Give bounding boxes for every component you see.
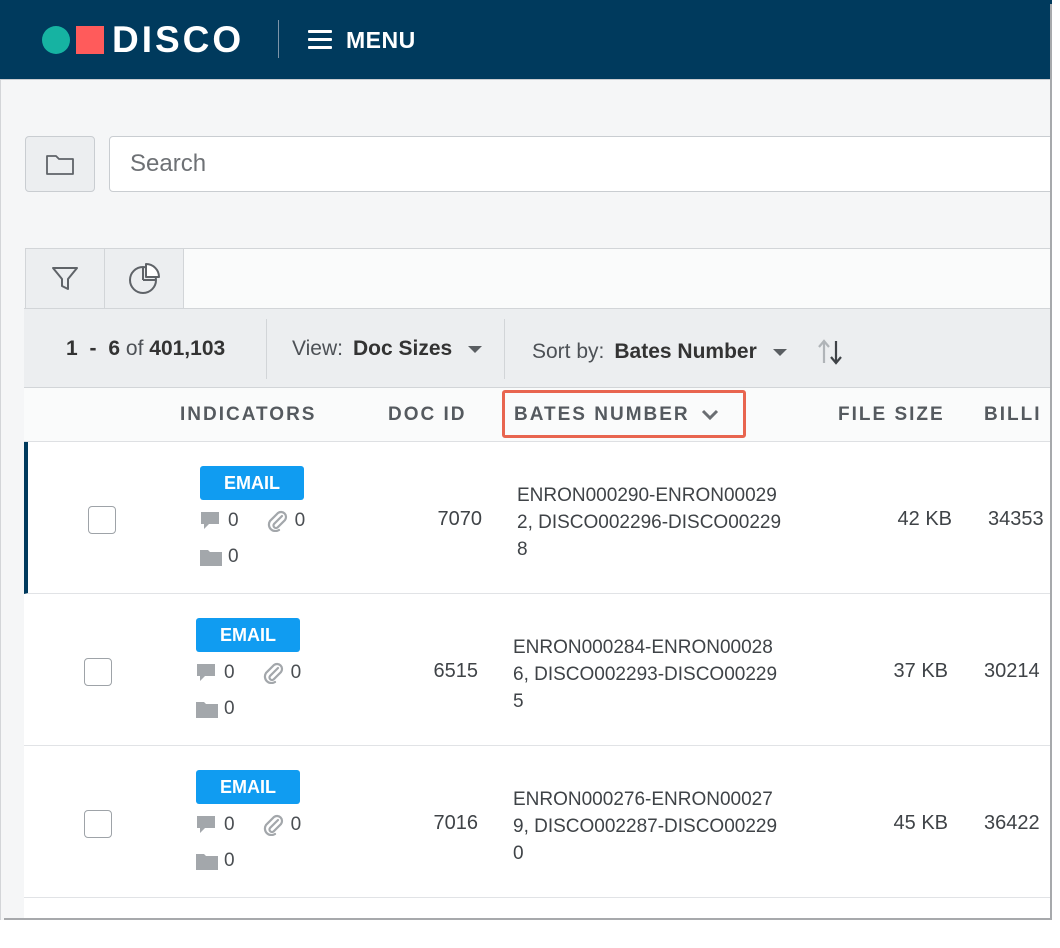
chevron-down-icon: [772, 348, 787, 356]
paperclip-icon: [263, 814, 283, 836]
notes-count: 0: [224, 814, 235, 835]
header-divider: [278, 20, 279, 58]
chevron-down-icon: [701, 409, 718, 421]
folder-indicator: 0: [196, 698, 235, 720]
row-checkbox[interactable]: [84, 810, 112, 838]
range-separator: -: [89, 337, 97, 360]
notes-icon: [197, 664, 215, 681]
logo-wordmark: DISCO: [112, 19, 245, 60]
sort-direction-icon[interactable]: [815, 337, 845, 367]
billing-cell: 30214: [984, 660, 1040, 682]
attachments-count: 0: [290, 662, 302, 683]
paperclip-icon: [267, 510, 287, 532]
notes-icon: [201, 512, 219, 529]
total-count: 401,103: [149, 337, 226, 360]
range-start: 1: [66, 337, 78, 360]
folder-button[interactable]: [25, 136, 95, 192]
tool-tabs: [25, 248, 184, 308]
indicator-counts: 0 0: [200, 510, 305, 532]
frame-edge: [0, 920, 1060, 948]
bates-number-cell: ENRON000290-ENRON000292, DISCO002296-DIS…: [517, 485, 782, 560]
menu-label: MENU: [346, 26, 416, 53]
notes-count: 0: [228, 510, 239, 531]
result-count: 1 - 6 of 401,103: [66, 337, 225, 361]
paperclip-icon: [263, 662, 283, 684]
column-indicators[interactable]: INDICATORS: [180, 404, 316, 426]
folder-indicator: 0: [200, 546, 239, 568]
table-row[interactable]: EMAIL 0 0 0 7016 ENRON000276-ENRON000279…: [24, 746, 1060, 898]
search-input[interactable]: [109, 136, 1060, 192]
tab-filter[interactable]: [25, 248, 105, 308]
indicator-counts: 0 0: [196, 662, 301, 684]
results-table: EMAIL 0 0 0 7070 ENRON000290-ENRON000292…: [24, 442, 1060, 940]
folders-count: 0: [224, 850, 235, 871]
folder-icon: [46, 155, 74, 175]
folder-icon: [196, 854, 218, 870]
toolbar-divider: [266, 319, 267, 379]
view-value: Doc Sizes: [352, 337, 453, 360]
column-file-size[interactable]: FILE SIZE: [838, 404, 945, 426]
folders-count: 0: [224, 698, 235, 719]
pie-chart-icon: [129, 262, 160, 294]
doc-type-badge: EMAIL: [200, 466, 304, 500]
attachments-count: 0: [294, 510, 306, 531]
file-size-cell: 45 KB: [893, 812, 948, 834]
sort-selector[interactable]: Sort by: Bates Number: [532, 337, 845, 367]
doc-id-cell[interactable]: 6515: [384, 660, 479, 683]
folders-count: 0: [228, 546, 239, 567]
bates-number-cell: ENRON000284-ENRON000286, DISCO002293-DIS…: [513, 637, 778, 712]
billing-cell: 34353: [988, 508, 1044, 530]
file-size-cell: 37 KB: [893, 660, 948, 682]
sort-label: Sort by:: [532, 340, 605, 363]
top-navigation-bar: DISCO MENU: [0, 0, 1052, 80]
column-billing[interactable]: BILLI: [984, 404, 1042, 426]
file-size-cell: 42 KB: [897, 508, 952, 530]
table-row[interactable]: EMAIL 0 0 0 6515 ENRON000284-ENRON000286…: [24, 594, 1060, 746]
column-doc-id[interactable]: DOC ID: [388, 404, 467, 426]
row-checkbox[interactable]: [84, 658, 112, 686]
filter-icon: [52, 266, 78, 290]
column-bates-number-label: BATES NUMBER: [514, 404, 690, 425]
column-bates-number[interactable]: BATES NUMBER: [514, 404, 720, 426]
chevron-down-icon: [468, 345, 483, 353]
indicator-counts: 0 0: [196, 814, 301, 836]
logo-dot: [42, 26, 70, 54]
of-label: of: [125, 337, 144, 360]
tab-analytics[interactable]: [104, 248, 184, 308]
hamburger-icon: [306, 30, 334, 50]
billing-cell: 36422: [984, 812, 1040, 834]
doc-id-cell[interactable]: 7070: [388, 508, 483, 531]
folder-icon: [196, 702, 218, 718]
logo-square: [76, 26, 104, 54]
doc-type-badge: EMAIL: [196, 770, 300, 804]
folder-icon: [200, 550, 222, 566]
view-label: View:: [292, 337, 343, 360]
frame-edge: [1052, 0, 1060, 948]
notes-icon: [197, 816, 215, 833]
toolbar-divider: [504, 319, 505, 379]
tool-tabs-filler: [184, 248, 1060, 308]
doc-type-badge: EMAIL: [196, 618, 300, 652]
table-row[interactable]: EMAIL 0 0 0 7070 ENRON000290-ENRON000292…: [24, 442, 1060, 594]
doc-id-cell[interactable]: 7016: [384, 812, 479, 835]
folder-indicator: 0: [196, 850, 235, 872]
notes-count: 0: [224, 662, 235, 683]
menu-button[interactable]: MENU: [306, 24, 416, 56]
table-header: INDICATORS DOC ID BATES NUMBER FILE SIZE…: [24, 388, 1060, 442]
sort-value: Bates Number: [614, 340, 757, 363]
view-selector[interactable]: View: Doc Sizes: [292, 337, 483, 361]
attachments-count: 0: [290, 814, 302, 835]
range-end: 6: [108, 337, 121, 360]
row-checkbox[interactable]: [88, 506, 116, 534]
results-toolbar: 1 - 6 of 401,103 View: Doc Sizes Sort by…: [24, 308, 1060, 388]
bates-number-cell: ENRON000276-ENRON000279, DISCO002287-DIS…: [513, 789, 778, 864]
